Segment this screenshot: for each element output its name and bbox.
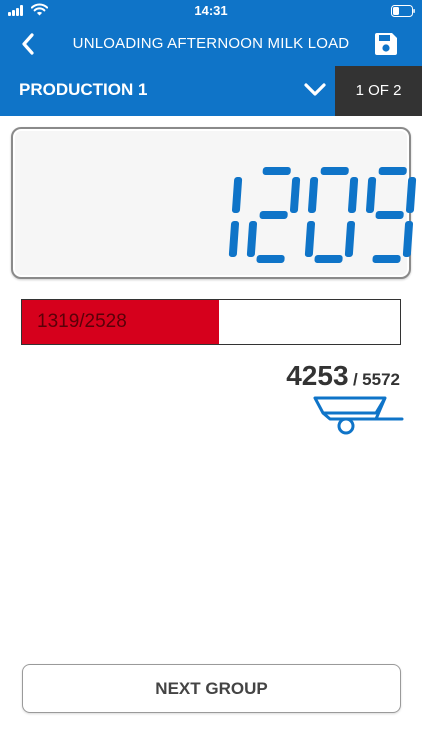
group-counter: 1 OF 2 xyxy=(335,66,422,116)
next-group-button[interactable]: NEXT GROUP xyxy=(22,664,401,713)
floppy-disk-icon xyxy=(375,33,397,55)
lcd-segment xyxy=(347,177,359,213)
chevron-down-icon xyxy=(304,83,326,96)
group-progress-bar: 1319/2528 xyxy=(21,299,401,345)
save-button[interactable] xyxy=(370,28,402,60)
lcd-segment xyxy=(304,221,316,257)
lcd-segment xyxy=(246,221,258,257)
lcd-digit-4 xyxy=(365,167,417,263)
lcd-digit-2 xyxy=(246,167,301,263)
lcd-segment xyxy=(378,167,407,175)
lcd-segment xyxy=(256,255,285,263)
lcd-digit-1 xyxy=(228,177,243,257)
title-bar: UNLOADING AFTERNOON MILK LOAD xyxy=(0,22,422,66)
progress-label: 1319/2528 xyxy=(37,311,127,332)
trailer-icon xyxy=(313,396,404,435)
lcd-segment xyxy=(289,177,301,213)
lcd-segment xyxy=(402,221,414,257)
group-dropdown[interactable]: PRODUCTION 1 xyxy=(0,66,335,116)
total-separator: / xyxy=(352,370,358,389)
status-time: 14:31 xyxy=(194,3,228,18)
lcd-segment xyxy=(320,167,349,175)
chevron-left-icon xyxy=(22,33,34,55)
lcd-segment xyxy=(375,211,404,219)
lcd-digit-readout xyxy=(228,167,417,263)
back-button[interactable] xyxy=(12,28,44,60)
lcd-segment xyxy=(314,255,343,263)
page-title: UNLOADING AFTERNOON MILK LOAD xyxy=(72,35,350,52)
lcd-segment xyxy=(372,255,401,263)
total-capacity: 5572 xyxy=(362,370,400,389)
lcd-segment xyxy=(365,177,377,213)
group-name: PRODUCTION 1 xyxy=(19,80,148,99)
lcd-digit-3 xyxy=(304,167,359,263)
load-total: 4253 / 5572 xyxy=(150,360,400,392)
scale-reading xyxy=(195,167,417,263)
lcd-segment xyxy=(228,221,240,257)
lcd-segment xyxy=(262,167,291,175)
battery-icon xyxy=(391,5,415,17)
lcd-segment xyxy=(231,177,243,213)
status-bar: 14:31 xyxy=(0,0,422,22)
lcd-segment xyxy=(405,177,417,213)
lcd-segment xyxy=(344,221,356,257)
app-header: 14:31 UNLOADING AFTERNOON MILK LOAD PROD… xyxy=(0,0,422,116)
scale-display xyxy=(11,127,417,279)
lcd-segment xyxy=(259,211,288,219)
lcd-segment xyxy=(307,177,319,213)
total-loaded: 4253 xyxy=(286,360,349,391)
group-bar: PRODUCTION 1 1 OF 2 xyxy=(0,66,422,116)
